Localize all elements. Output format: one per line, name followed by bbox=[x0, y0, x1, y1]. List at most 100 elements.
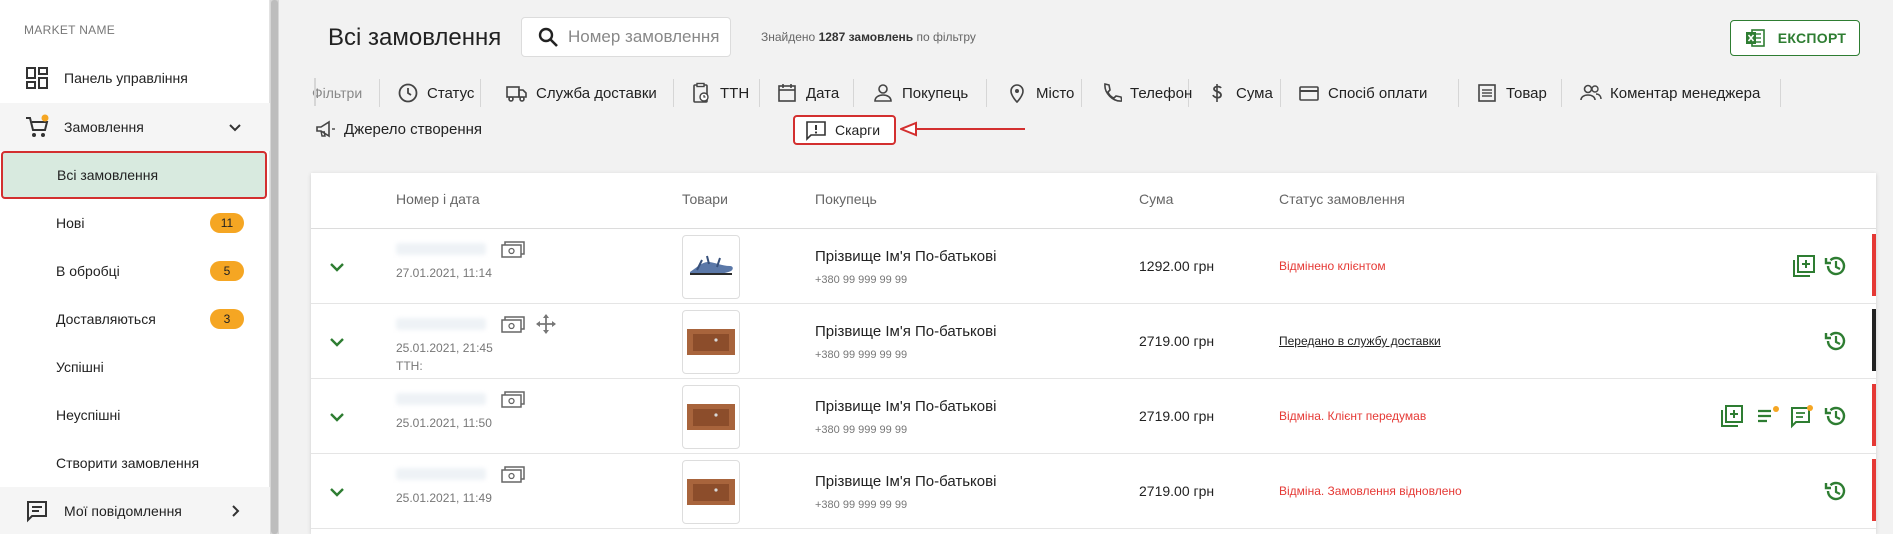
page-title: Всі замовлення bbox=[328, 24, 502, 51]
sidebar-item-delivering[interactable]: Доставляються 3 bbox=[0, 295, 270, 343]
filter-label: ТТН bbox=[720, 84, 750, 102]
row-status-marker bbox=[1872, 309, 1876, 371]
filter-label: Товар bbox=[1506, 84, 1547, 102]
col-header-number-date[interactable]: Номер і дата bbox=[396, 191, 480, 207]
chevron-right-icon[interactable] bbox=[226, 502, 244, 520]
sidebar-item-messages[interactable]: Мої повідомлення bbox=[0, 487, 270, 534]
filter-label: Сума bbox=[1236, 84, 1273, 102]
order-status: Відміна. Клієнт передумав bbox=[1279, 409, 1427, 423]
history-icon[interactable] bbox=[1823, 253, 1849, 279]
product-thumbnail[interactable] bbox=[682, 385, 740, 449]
filter-ttn[interactable]: ТТН bbox=[690, 79, 749, 107]
sidebar-item-dashboard[interactable]: Панель управління bbox=[0, 54, 270, 102]
cart-icon bbox=[24, 114, 50, 140]
calendar-icon bbox=[776, 82, 798, 104]
order-date: 27.01.2021, 11:14 bbox=[396, 266, 492, 280]
add-box-icon[interactable] bbox=[1719, 403, 1745, 429]
filter-label: Телефон bbox=[1130, 84, 1193, 102]
filter-creation-source[interactable]: Джерело створення bbox=[314, 115, 482, 143]
notes-list-icon[interactable] bbox=[1755, 403, 1781, 429]
order-sum: 2719.00 грн bbox=[1139, 333, 1215, 349]
chevron-down-icon[interactable] bbox=[226, 118, 244, 136]
search-input[interactable] bbox=[568, 27, 728, 47]
col-header-products[interactable]: Товари bbox=[682, 191, 728, 207]
filter-manager-comment[interactable]: Коментар менеджера bbox=[1580, 79, 1760, 107]
annotation-arrow bbox=[900, 121, 1025, 137]
order-sum: 2719.00 грн bbox=[1139, 483, 1215, 499]
col-header-status[interactable]: Статус замовлення bbox=[1279, 191, 1405, 207]
excel-icon bbox=[1745, 29, 1765, 47]
found-suffix: по фільтру bbox=[916, 30, 976, 44]
filter-payment-method[interactable]: Спосіб оплати bbox=[1298, 79, 1427, 107]
buyer-name: Прізвище Ім'я По-батькові bbox=[815, 323, 997, 340]
orders-table: Номер і дата Товари Покупець Сума Статус… bbox=[311, 173, 1876, 534]
table-row[interactable]: 27.01.2021, 11:14 Прізвище Ім'я По-батьк… bbox=[311, 229, 1876, 304]
col-header-buyer[interactable]: Покупець bbox=[815, 191, 877, 207]
filter-label: Скарги bbox=[835, 122, 881, 138]
filter-product[interactable]: Товар bbox=[1476, 79, 1547, 107]
people-icon bbox=[1580, 82, 1602, 104]
order-status-link[interactable]: Передано в службу доставки bbox=[1279, 334, 1441, 348]
results-count: Знайдено 1287 замовлень по фільтру bbox=[761, 30, 976, 44]
history-icon[interactable] bbox=[1823, 328, 1849, 354]
filter-complaints[interactable]: Скарги bbox=[793, 115, 896, 145]
clock-icon bbox=[397, 82, 419, 104]
filter-city[interactable]: Місто bbox=[1006, 79, 1074, 107]
history-icon[interactable] bbox=[1823, 478, 1849, 504]
filter-status[interactable]: Статус bbox=[397, 79, 474, 107]
export-label: ЕКСПОРТ bbox=[1777, 30, 1847, 46]
filter-delivery-service[interactable]: Служба доставки bbox=[506, 79, 657, 107]
filter-date[interactable]: Дата bbox=[776, 79, 839, 107]
export-button[interactable]: ЕКСПОРТ bbox=[1730, 20, 1860, 56]
order-status: Відмінено клієнтом bbox=[1279, 259, 1386, 273]
filter-phone[interactable]: Телефон bbox=[1100, 79, 1192, 107]
chevron-down-icon[interactable] bbox=[327, 407, 347, 427]
sidebar-item-successful[interactable]: Успішні bbox=[0, 343, 270, 391]
col-header-sum[interactable]: Сума bbox=[1139, 191, 1173, 207]
count-badge: 11 bbox=[210, 213, 244, 233]
filter-label: Служба доставки bbox=[536, 84, 657, 102]
filters-label: Фільтри bbox=[312, 85, 363, 101]
chevron-down-icon[interactable] bbox=[327, 257, 347, 277]
chevron-down-icon[interactable] bbox=[327, 482, 347, 502]
person-icon bbox=[872, 82, 894, 104]
move-arrows-icon[interactable] bbox=[535, 313, 557, 335]
sidebar-item-create-order[interactable]: Створити замовлення bbox=[0, 439, 270, 487]
sidebar-item-unsuccessful[interactable]: Неуспішні bbox=[0, 391, 270, 439]
filter-label: Дата bbox=[806, 84, 840, 102]
buyer-phone: +380 99 999 99 99 bbox=[815, 424, 908, 436]
product-thumbnail[interactable] bbox=[682, 235, 740, 299]
order-number-redacted bbox=[396, 318, 486, 330]
add-box-icon[interactable] bbox=[1791, 253, 1817, 279]
filter-buyer[interactable]: Покупець bbox=[872, 79, 968, 107]
sidebar-item-all-orders[interactable]: Всі замовлення bbox=[1, 151, 267, 199]
filter-sum[interactable]: Сума bbox=[1206, 79, 1273, 107]
sidebar-item-label: Створити замовлення bbox=[56, 455, 200, 471]
history-icon[interactable] bbox=[1823, 403, 1849, 429]
table-row[interactable]: 25.01.2021, 11:50 Прізвище Ім'я По-батьк… bbox=[311, 379, 1876, 454]
sidebar-item-label: Успішні bbox=[56, 359, 104, 375]
sidebar-scrollbar[interactable] bbox=[270, 0, 279, 534]
found-prefix: Знайдено bbox=[761, 30, 816, 44]
table-row[interactable]: 25.01.2021, 21:45 ТТН: Прізвище Ім'я По-… bbox=[311, 304, 1876, 379]
scrollbar-thumb[interactable] bbox=[271, 0, 278, 534]
credit-card-icon bbox=[1298, 82, 1320, 104]
order-status: Відміна. Замовлення відновлено bbox=[1279, 484, 1462, 498]
sidebar-item-orders[interactable]: Замовлення bbox=[0, 103, 270, 151]
table-row[interactable]: 25.01.2021, 11:49 Прізвище Ім'я По-батьк… bbox=[311, 454, 1876, 529]
search-box[interactable] bbox=[521, 17, 731, 57]
order-number-redacted bbox=[396, 393, 486, 405]
cash-icon bbox=[501, 466, 525, 483]
order-ttn: ТТН: bbox=[396, 359, 423, 373]
product-thumbnail[interactable] bbox=[682, 310, 740, 374]
row-status-marker bbox=[1872, 384, 1876, 446]
count-badge: 5 bbox=[210, 261, 244, 281]
sidebar-item-processing[interactable]: В обробці 5 bbox=[0, 247, 270, 295]
count-badge: 3 bbox=[210, 309, 244, 329]
found-count: 1287 замовлень bbox=[818, 30, 914, 44]
sidebar-item-new[interactable]: Нові 11 bbox=[0, 199, 270, 247]
product-thumbnail[interactable] bbox=[682, 460, 740, 524]
comment-icon[interactable] bbox=[1789, 403, 1815, 429]
list-box-icon bbox=[1476, 82, 1498, 104]
chevron-down-icon[interactable] bbox=[327, 332, 347, 352]
